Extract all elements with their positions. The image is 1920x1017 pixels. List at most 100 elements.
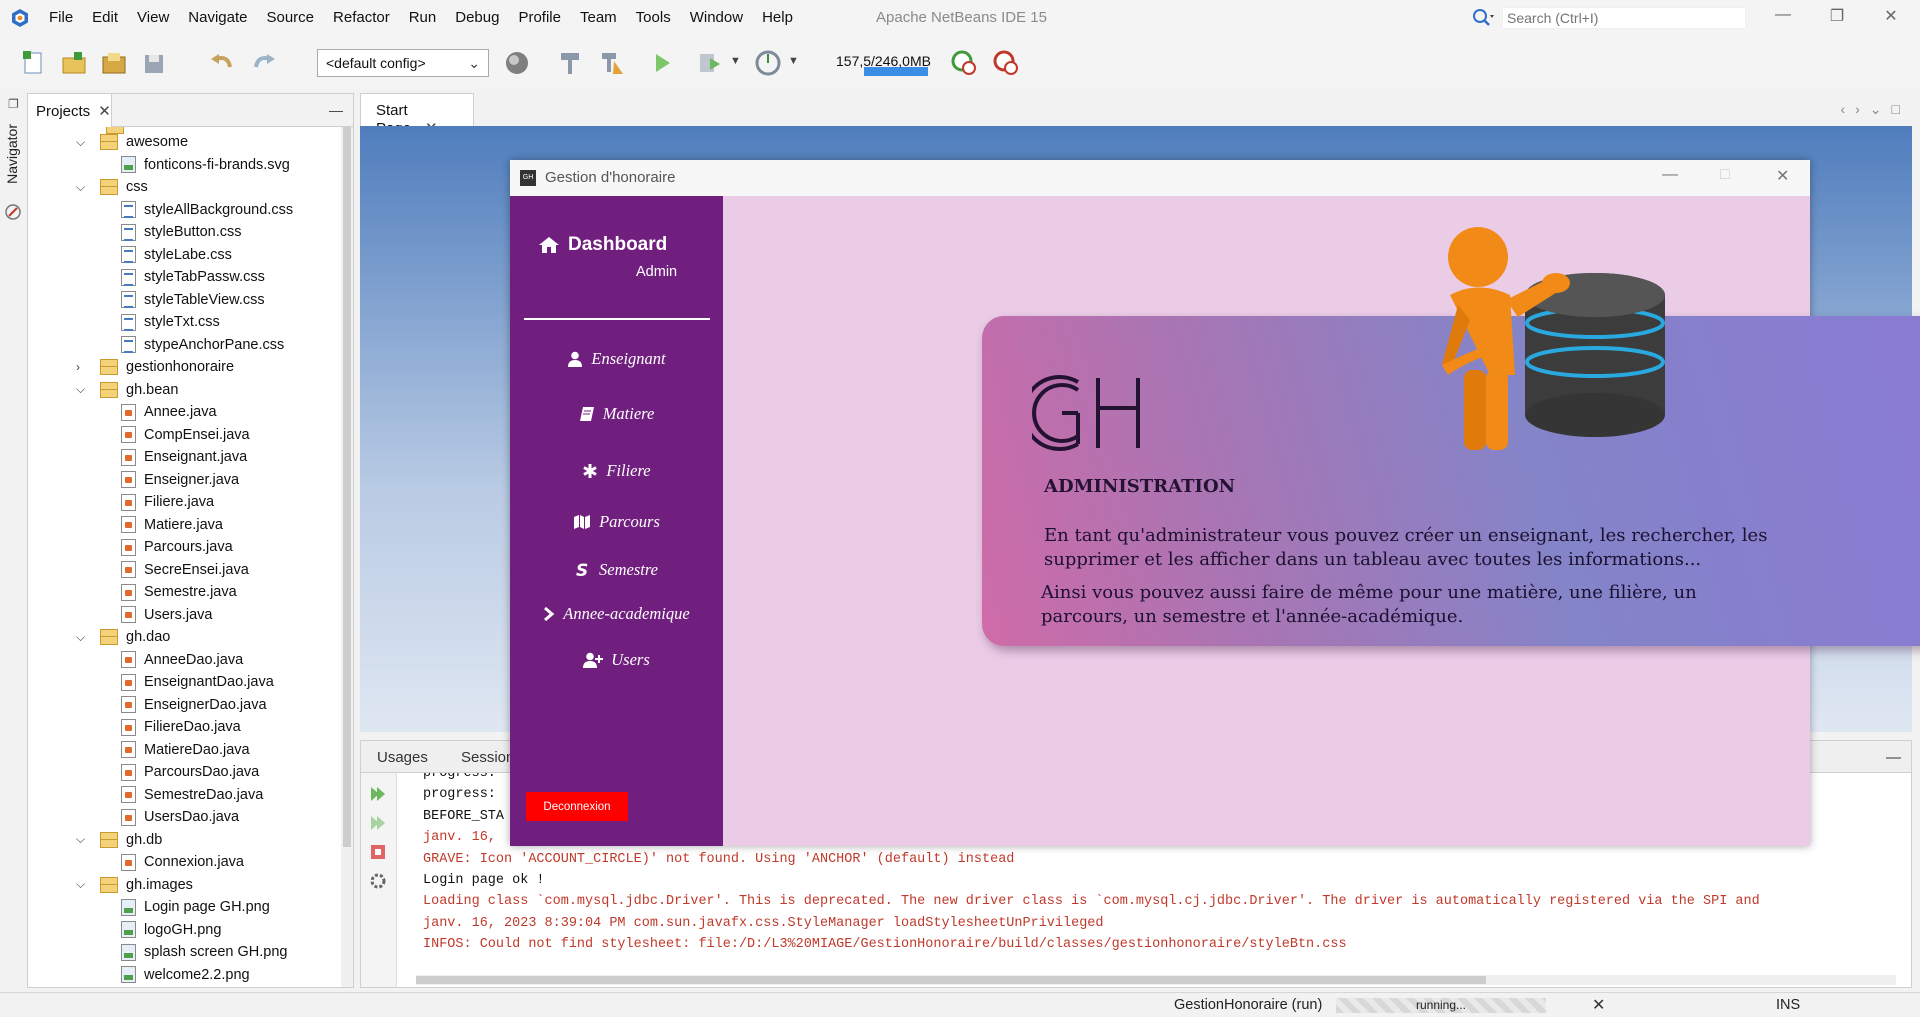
tree-row[interactable]: Connexion.java xyxy=(121,851,244,873)
rerun-icon[interactable] xyxy=(369,785,387,803)
redo-icon[interactable] xyxy=(250,49,278,77)
tree-row[interactable]: styleLabe.css xyxy=(121,244,232,266)
memory-usage[interactable]: 157,5/246,0MB xyxy=(836,53,931,69)
close-icon[interactable]: ✕ xyxy=(1776,166,1789,186)
tree-scroll-thumb[interactable] xyxy=(343,127,351,847)
run-icon[interactable] xyxy=(648,49,676,77)
chevron-down-icon[interactable]: ⌵ xyxy=(76,135,100,150)
close-icon[interactable]: ✕ xyxy=(98,103,111,120)
tree-row[interactable]: stypeAnchorPane.css xyxy=(121,334,284,356)
tree-row[interactable]: fonticons-fi-brands.svg xyxy=(121,154,290,176)
minimize-icon[interactable]: — xyxy=(1662,166,1678,184)
running-task[interactable]: GestionHonoraire (run) xyxy=(1174,997,1322,1013)
tree-row[interactable]: Matiere.java xyxy=(121,514,223,536)
tree-row[interactable]: ⌵ gh.images xyxy=(76,874,193,896)
tree-row[interactable]: UsersDao.java xyxy=(121,806,239,828)
menu-view[interactable]: View xyxy=(137,9,169,26)
gc-icon[interactable] xyxy=(950,49,978,77)
menu-run[interactable]: Run xyxy=(409,9,437,26)
menu-refactor[interactable]: Refactor xyxy=(333,9,390,26)
restore-window-icon[interactable]: ❐ xyxy=(8,97,19,111)
stop-icon[interactable] xyxy=(369,843,387,861)
tree-row[interactable]: ⌵ gh.bean xyxy=(76,379,178,401)
profiler-snapshot-icon[interactable] xyxy=(992,49,1020,77)
logout-button[interactable]: Deconnexion xyxy=(526,792,628,821)
menu-profile[interactable]: Profile xyxy=(518,9,561,26)
tab-start-page[interactable]: Start Page✕ xyxy=(360,93,474,137)
tree-row[interactable]: styleTableView.css xyxy=(121,289,265,311)
tree-row[interactable]: Enseigner.java xyxy=(121,469,239,491)
dashboard-title[interactable]: Dashboard xyxy=(538,234,667,256)
tree-row[interactable]: EnseignantDao.java xyxy=(121,671,274,693)
editor-nav-icons[interactable]: ‹›⌄□ xyxy=(1840,101,1910,118)
tree-row[interactable]: Enseignant.java xyxy=(121,446,247,468)
search-icon[interactable] xyxy=(1472,8,1494,28)
menu-file[interactable]: File xyxy=(49,9,73,26)
minimize-panel-icon[interactable]: — xyxy=(329,102,343,118)
tree-row[interactable]: styleTabPassw.css xyxy=(121,266,265,288)
tree-row[interactable]: EnseignerDao.java xyxy=(121,694,267,716)
navigator-tab[interactable]: Navigator xyxy=(4,124,20,184)
sidebar-item-filiere[interactable]: Filiere xyxy=(510,456,723,486)
chevron-down-icon[interactable]: ⌵ xyxy=(76,630,100,645)
rerun-with-params-icon[interactable] xyxy=(369,814,387,832)
tab-usages[interactable]: Usages xyxy=(377,749,428,766)
menu-window[interactable]: Window xyxy=(690,9,743,26)
tree-row[interactable]: SemestreDao.java xyxy=(121,784,263,806)
chevron-right-icon[interactable]: › xyxy=(76,360,100,374)
tree-row[interactable]: ⌵ css xyxy=(76,176,148,198)
minimize-icon[interactable]: — xyxy=(1770,6,1796,30)
tree-row[interactable]: Users.java xyxy=(121,604,213,626)
tree-row[interactable]: Annee.java xyxy=(121,401,217,423)
tree-scrollbar[interactable] xyxy=(341,127,353,987)
profile-icon[interactable] xyxy=(754,49,782,77)
debug-icon[interactable] xyxy=(696,49,724,77)
restore-icon[interactable]: ❐ xyxy=(1824,6,1850,30)
config-select[interactable]: <default config> ⌄ xyxy=(317,49,489,77)
sidebar-item-parcours[interactable]: Parcours xyxy=(510,507,723,537)
chevron-down-icon[interactable]: ⌵ xyxy=(76,877,100,892)
tree-row[interactable]: › gestionhonoraire xyxy=(76,356,234,378)
tree-row[interactable]: styleButton.css xyxy=(121,221,242,243)
build-hammer-icon[interactable] xyxy=(556,49,584,77)
tree-row[interactable]: ⌵ gh.db xyxy=(76,829,162,851)
menu-team[interactable]: Team xyxy=(580,9,617,26)
minimize-panel-icon[interactable]: — xyxy=(1886,749,1901,766)
tree-row[interactable]: AnneeDao.java xyxy=(121,649,243,671)
sidebar-item-annee-academique[interactable]: Annee-academique xyxy=(510,599,723,629)
sidebar-item-semestre[interactable]: S Semestre xyxy=(510,555,723,585)
tree-row[interactable]: splash screen GH.png xyxy=(121,941,287,963)
settings-icon[interactable] xyxy=(369,872,387,890)
tree-row[interactable]: CompEnsei.java xyxy=(121,424,250,446)
tree-row[interactable]: Semestre.java xyxy=(121,581,237,603)
profile-dropdown-icon[interactable]: ▼ xyxy=(788,55,799,67)
open-project-icon[interactable] xyxy=(100,49,128,77)
output-hscroll-thumb[interactable] xyxy=(416,976,1486,984)
tree-row[interactable]: FiliereDao.java xyxy=(121,716,241,738)
tree-row[interactable]: MatiereDao.java xyxy=(121,739,250,761)
cancel-task-icon[interactable]: ✕ xyxy=(1592,995,1605,1015)
menu-source[interactable]: Source xyxy=(266,9,314,26)
undo-icon[interactable] xyxy=(208,49,236,77)
chevron-down-icon[interactable]: ⌵ xyxy=(76,832,100,847)
tree-row[interactable]: SecreEnsei.java xyxy=(121,559,249,581)
tree-row[interactable]: ParcoursDao.java xyxy=(121,761,259,783)
sidebar-item-users[interactable]: Users xyxy=(510,645,723,675)
tree-row[interactable]: styleAllBackground.css xyxy=(121,199,293,221)
save-all-icon[interactable] xyxy=(140,49,168,77)
sidebar-item-enseignant[interactable]: Enseignant xyxy=(510,344,723,374)
chevron-down-icon[interactable]: ⌵ xyxy=(76,180,100,195)
tree-row[interactable]: ⌵ awesome xyxy=(76,131,188,153)
tree-row[interactable]: Parcours.java xyxy=(121,536,233,558)
new-project-icon[interactable] xyxy=(60,49,88,77)
tree-row[interactable]: Login page GH.png xyxy=(121,896,270,918)
close-icon[interactable]: ✕ xyxy=(1878,6,1904,30)
sidebar-item-matiere[interactable]: Matiere xyxy=(510,399,723,429)
tree-row[interactable]: ⌵ gh.dao xyxy=(76,626,170,648)
menu-help[interactable]: Help xyxy=(762,9,793,26)
tree-row[interactable]: welcome2.2.png xyxy=(121,964,250,986)
menu-debug[interactable]: Debug xyxy=(455,9,499,26)
maximize-icon[interactable]: □ xyxy=(1720,166,1730,184)
tab-projects[interactable]: Projects ✕ xyxy=(28,94,112,127)
globe-icon[interactable] xyxy=(503,49,531,77)
